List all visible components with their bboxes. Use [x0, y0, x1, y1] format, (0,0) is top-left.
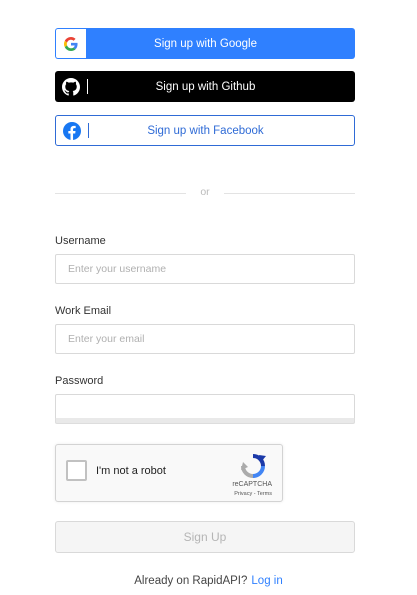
recaptcha-checkbox[interactable] [66, 460, 87, 481]
google-icon [56, 29, 86, 58]
recaptcha-brand: reCAPTCHA [232, 481, 272, 488]
login-prompt: Already on RapidAPI? Log in [0, 575, 417, 587]
login-link[interactable]: Log in [251, 575, 282, 587]
email-label: Work Email [55, 305, 112, 317]
facebook-signup-label: Sign up with Facebook [147, 124, 264, 137]
password-label: Password [55, 375, 104, 387]
or-divider: or [55, 186, 355, 200]
signup-button[interactable]: Sign Up [55, 521, 355, 553]
github-signup-button[interactable]: Sign up with Github [55, 71, 355, 102]
username-input[interactable] [55, 254, 355, 284]
password-input[interactable] [55, 394, 355, 419]
github-signup-label: Sign up with Github [155, 80, 256, 93]
github-icon [55, 71, 87, 102]
facebook-signup-button[interactable]: Sign up with Facebook [55, 115, 355, 146]
login-prompt-text: Already on RapidAPI? [134, 575, 248, 587]
recaptcha-terms-link[interactable]: Privacy - Terms [234, 491, 272, 497]
email-input[interactable] [55, 324, 355, 354]
recaptcha-label: I'm not a robot [96, 465, 166, 477]
recaptcha-widget: I'm not a robot reCAPTCHA Privacy - Term… [55, 444, 283, 502]
recaptcha-icon [239, 453, 267, 479]
google-signup-button[interactable]: Sign up with Google [55, 28, 355, 59]
google-signup-label: Sign up with Google [154, 37, 257, 50]
username-label: Username [55, 235, 106, 247]
or-text: or [200, 186, 210, 198]
facebook-icon [56, 116, 88, 145]
signup-page: Sign up with Google Sign up with Github … [0, 0, 417, 595]
password-strength-bar [55, 418, 355, 424]
